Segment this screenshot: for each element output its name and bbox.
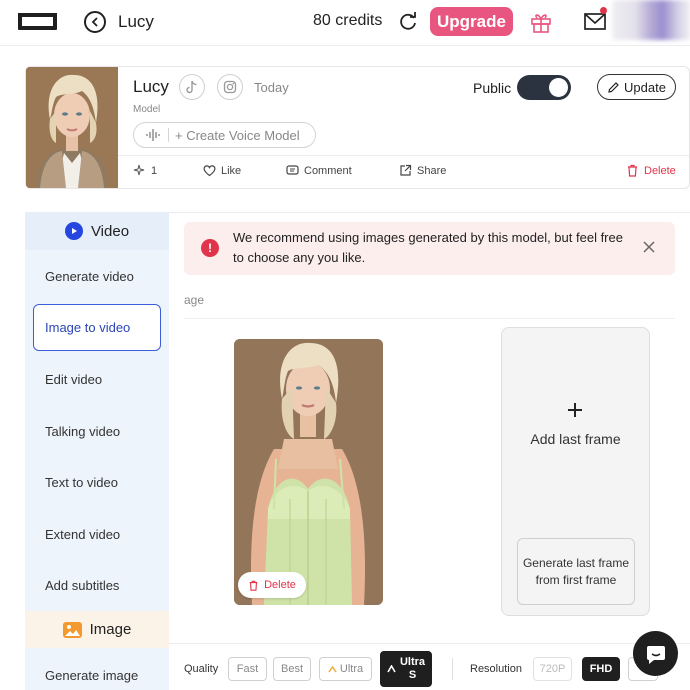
- model-card: [25, 66, 690, 189]
- sidebar-item-image-to-video[interactable]: Image to video: [33, 304, 161, 351]
- tiktok-icon[interactable]: [179, 74, 205, 100]
- first-frame-image[interactable]: [234, 339, 383, 605]
- quality-option-fast[interactable]: Fast: [228, 657, 267, 681]
- alert-icon: !: [201, 239, 219, 257]
- generate-last-frame-button[interactable]: Generate last frame from first frame: [517, 538, 635, 605]
- delete-first-frame-button[interactable]: Delete: [238, 572, 306, 598]
- sidebar-item-add-subtitles[interactable]: Add subtitles: [45, 578, 119, 593]
- like-button[interactable]: Like: [203, 164, 241, 177]
- divider: [169, 643, 690, 644]
- pencil-icon: [608, 81, 619, 93]
- quality-option-ultra[interactable]: Ultra: [319, 657, 372, 681]
- sidebar-header-image[interactable]: Image: [25, 611, 169, 648]
- notice-text: We recommend using images generated by t…: [233, 230, 623, 265]
- share-label: Share: [417, 164, 447, 177]
- create-voice-model-label: + Create Voice Model: [175, 127, 300, 143]
- sidebar-item-edit-video[interactable]: Edit video: [45, 372, 102, 387]
- divider: [452, 658, 453, 680]
- resolution-option-720p[interactable]: 720P: [533, 657, 572, 681]
- sidebar-header-video-label: Video: [90, 222, 130, 240]
- plus-icon: [568, 403, 582, 417]
- sidebar-header-image-label: Image: [89, 621, 132, 638]
- sidebar-item-text-to-video[interactable]: Text to video: [45, 475, 118, 490]
- sparkle-count-value: 1: [151, 164, 158, 177]
- trash-icon: [249, 580, 258, 591]
- chat-support-button[interactable]: [633, 631, 678, 676]
- quality-option-ultra-s-label: Ultra S: [399, 656, 426, 681]
- sparkle-icon: [133, 164, 145, 176]
- create-voice-model-button[interactable]: + Create Voice Model: [133, 122, 316, 148]
- close-icon[interactable]: [643, 241, 655, 253]
- trash-icon: [628, 164, 637, 177]
- divider: [168, 128, 169, 142]
- refresh-icon[interactable]: [397, 11, 419, 33]
- video-icon: [64, 222, 83, 240]
- image-icon: [62, 621, 82, 638]
- public-label: Public: [473, 80, 512, 96]
- update-button[interactable]: Update: [597, 74, 676, 100]
- mail-icon[interactable]: [584, 12, 606, 31]
- logo-icon[interactable]: [18, 13, 57, 30]
- instagram-icon[interactable]: [217, 74, 243, 100]
- model-type-label: Model: [133, 104, 161, 115]
- share-icon: [400, 164, 412, 176]
- resolution-label: Resolution: [470, 663, 522, 675]
- delete-first-frame-label: Delete: [264, 579, 296, 591]
- crown-icon: [386, 665, 396, 673]
- heart-icon: [203, 165, 216, 177]
- section-label: age: [184, 293, 205, 307]
- public-toggle[interactable]: [517, 75, 571, 100]
- quality-option-best[interactable]: Best: [273, 657, 311, 681]
- user-avatar[interactable]: [612, 0, 690, 40]
- upgrade-button[interactable]: Upgrade: [430, 7, 513, 36]
- quality-option-ultra-s[interactable]: Ultra S: [380, 651, 432, 687]
- comment-icon: [286, 165, 299, 175]
- comment-button[interactable]: Comment: [286, 164, 352, 177]
- sidebar-item-extend-video[interactable]: Extend video: [45, 527, 120, 542]
- sound-wave-icon: [146, 129, 160, 141]
- sparkle-count[interactable]: 1: [133, 164, 157, 177]
- crown-icon: [328, 665, 337, 672]
- sidebar-item-generate-image[interactable]: Generate image: [45, 668, 138, 683]
- model-date: Today: [254, 80, 289, 95]
- divider: [118, 155, 689, 156]
- delete-label: Delete: [644, 164, 676, 177]
- like-label: Like: [221, 164, 242, 177]
- model-photo[interactable]: [26, 67, 118, 188]
- back-button[interactable]: [84, 11, 106, 33]
- page-title: Lucy: [118, 12, 154, 31]
- add-last-frame-label: Add last frame: [530, 431, 621, 447]
- credits-count: 80 credits: [313, 12, 383, 29]
- share-button[interactable]: Share: [399, 164, 446, 177]
- chevron-left-icon: [91, 17, 98, 27]
- sidebar-item-generate-video[interactable]: Generate video: [45, 269, 134, 284]
- update-label: Update: [624, 79, 666, 95]
- sidebar-item-talking-video[interactable]: Talking video: [45, 424, 120, 439]
- gift-icon[interactable]: [529, 10, 553, 34]
- sidebar: Video Generate video Image to video Edit…: [25, 212, 169, 690]
- delete-model-button[interactable]: Delete: [626, 164, 676, 177]
- resolution-option-fhd[interactable]: FHD: [582, 657, 620, 681]
- comment-label: Comment: [304, 164, 352, 177]
- top-bar: Lucy 80 credits Upgrade: [0, 0, 690, 46]
- quality-label: Quality: [184, 663, 219, 675]
- chat-icon: [646, 645, 665, 664]
- sidebar-header-video[interactable]: Video: [25, 212, 169, 250]
- notification-dot: [600, 7, 607, 14]
- model-name: Lucy: [133, 77, 169, 96]
- quality-option-ultra-label: Ultra: [339, 663, 364, 675]
- toggle-knob: [549, 78, 568, 97]
